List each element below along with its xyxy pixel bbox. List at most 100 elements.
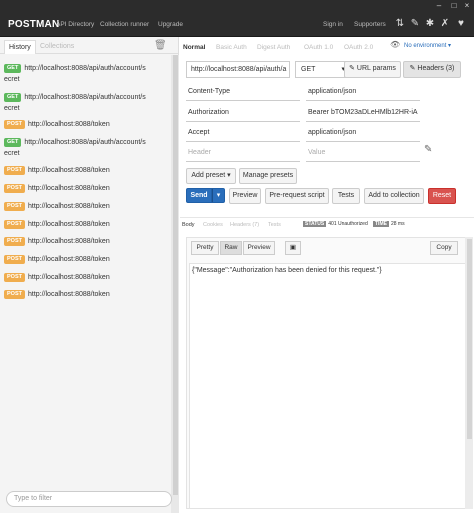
method-badge: POST bbox=[4, 219, 25, 229]
status-badge: STATUS 401 Unauthorized bbox=[303, 219, 368, 229]
method-badge: GET bbox=[4, 137, 22, 147]
header-key-input[interactable]: Content-Type bbox=[186, 84, 300, 101]
tab-oauth1[interactable]: OAuth 1.0 bbox=[301, 41, 336, 54]
history-item[interactable]: GET http://localhost:8088/api/auth/accoun… bbox=[4, 92, 169, 114]
nav-collection-runner[interactable]: Collection runner bbox=[100, 21, 149, 28]
preview-view-button[interactable]: Preview bbox=[243, 241, 275, 255]
header-row: Content-Type application/json bbox=[186, 84, 474, 101]
pre-request-script-button[interactable]: Pre-request script bbox=[265, 188, 329, 204]
method-badge: POST bbox=[4, 254, 25, 264]
bulk-edit-icon[interactable]: ✎ bbox=[424, 144, 432, 155]
method-badge: GET bbox=[4, 63, 22, 73]
magic-icon[interactable]: ✗ bbox=[439, 18, 451, 30]
method-badge: POST bbox=[4, 201, 25, 211]
history-url-cont: ecret bbox=[4, 76, 20, 83]
twitter-icon[interactable]: ✎ bbox=[409, 18, 421, 30]
nav-upgrade[interactable]: Upgrade bbox=[158, 21, 183, 28]
close-icon[interactable]: × bbox=[462, 2, 472, 10]
history-item[interactable]: POST http://localhost:8088/token bbox=[4, 272, 169, 283]
tab-collections[interactable]: Collections bbox=[40, 43, 74, 50]
nav-api-directory[interactable]: API Directory bbox=[56, 21, 94, 28]
preview-button[interactable]: Preview bbox=[229, 188, 261, 204]
header-value-input[interactable]: Bearer bTOM23aDLeHMlb12HR-iA bbox=[306, 105, 420, 122]
send-dropdown-button[interactable]: ▾ bbox=[212, 188, 225, 203]
history-url: http://localhost:8088/token bbox=[27, 185, 110, 192]
header-key-placeholder[interactable]: Header bbox=[186, 145, 300, 162]
settings-icon[interactable]: ✱ bbox=[424, 18, 436, 30]
trash-icon[interactable]: 🗑 bbox=[154, 40, 167, 51]
history-url: http://localhost:8088/api/auth/account/s bbox=[24, 139, 146, 146]
tab-cookies[interactable]: Cookies bbox=[203, 222, 223, 228]
tab-normal[interactable]: Normal bbox=[180, 41, 208, 54]
method-badge: POST bbox=[4, 272, 25, 282]
tab-headers[interactable]: Headers (7) bbox=[230, 222, 259, 228]
chevron-down-icon: ▾ bbox=[216, 192, 221, 199]
header-key-input[interactable]: Accept bbox=[186, 125, 300, 142]
response-panel: Pretty Raw Preview ▣ Copy {"Message":"Au… bbox=[186, 237, 467, 509]
history-item[interactable]: POST http://localhost:8088/token bbox=[4, 254, 169, 265]
reset-button[interactable]: Reset bbox=[428, 188, 456, 204]
sidebar: History Collections 🗑 GET http://localhos… bbox=[0, 37, 179, 513]
time-value: 28 ms bbox=[390, 221, 405, 227]
header-key-input[interactable]: Authorization bbox=[186, 105, 300, 122]
sidebar-scroll-thumb[interactable] bbox=[173, 55, 178, 495]
tab-history[interactable]: History bbox=[4, 40, 36, 54]
time-label: TIME bbox=[373, 221, 389, 227]
history-item[interactable]: POST http://localhost:8088/token bbox=[4, 289, 169, 300]
raw-button[interactable]: Raw bbox=[220, 241, 242, 255]
tab-digest-auth[interactable]: Digest Auth bbox=[254, 41, 293, 54]
edit-icon: ✎ bbox=[349, 65, 355, 72]
environment-select[interactable]: No environment ▾ bbox=[404, 42, 451, 49]
history-url: http://localhost:8088/token bbox=[27, 238, 110, 245]
wrap-toggle[interactable]: ▣ bbox=[285, 241, 301, 255]
heart-icon[interactable]: ♥ bbox=[455, 18, 467, 30]
history-item[interactable]: POST http://localhost:8088/token bbox=[4, 119, 169, 130]
history-item[interactable]: POST http://localhost:8088/token bbox=[4, 219, 169, 230]
method-value: GET bbox=[301, 66, 316, 73]
headers-label: Headers (3) bbox=[417, 65, 455, 72]
manage-presets-button[interactable]: Manage presets bbox=[239, 168, 297, 184]
app-logo: POSTMAN bbox=[8, 19, 60, 30]
top-bar: – □ × POSTMAN API Directory Collection r… bbox=[0, 0, 474, 37]
copy-button[interactable]: Copy bbox=[430, 241, 458, 255]
history-item[interactable]: POST http://localhost:8088/token bbox=[4, 183, 169, 194]
history-url: http://localhost:8088/token bbox=[27, 203, 110, 210]
url-params-button[interactable]: ✎ URL params bbox=[344, 61, 401, 78]
tests-button[interactable]: Tests bbox=[332, 188, 360, 204]
eye-icon[interactable]: 👁 bbox=[390, 40, 400, 49]
response-body[interactable]: {"Message":"Authorization has been denie… bbox=[189, 263, 466, 509]
add-preset-button[interactable]: Add preset ▾ bbox=[186, 168, 236, 184]
header-value-input[interactable]: application/json bbox=[306, 84, 420, 101]
send-button[interactable]: Send bbox=[186, 188, 212, 203]
history-item[interactable]: GET http://localhost:8088/api/auth/accoun… bbox=[4, 137, 169, 159]
tab-tests[interactable]: Tests bbox=[268, 222, 281, 228]
header-value-placeholder[interactable]: Value bbox=[306, 145, 420, 162]
headers-button[interactable]: ✎ Headers (3) bbox=[403, 61, 461, 78]
maximize-icon[interactable]: □ bbox=[449, 2, 459, 10]
supporters-link[interactable]: Supporters bbox=[354, 21, 386, 28]
status-value: 401 Unauthorized bbox=[328, 221, 368, 227]
main-panel: Normal Basic Auth Digest Auth OAuth 1.0 … bbox=[180, 37, 474, 513]
interceptor-icon[interactable]: ⇅ bbox=[394, 18, 406, 30]
add-to-collection-button[interactable]: Add to collection bbox=[364, 188, 424, 204]
method-badge: POST bbox=[4, 236, 25, 246]
history-url: http://localhost:8088/token bbox=[27, 167, 110, 174]
history-item[interactable]: GET http://localhost:8088/api/auth/accoun… bbox=[4, 63, 169, 85]
sign-in-link[interactable]: Sign in bbox=[323, 21, 343, 28]
filter-input[interactable]: Type to filter bbox=[6, 491, 172, 507]
minimize-icon[interactable]: – bbox=[434, 2, 444, 10]
method-select[interactable]: GET ▾ bbox=[295, 61, 350, 78]
method-badge: GET bbox=[4, 92, 22, 102]
main-scroll-thumb[interactable] bbox=[467, 239, 472, 439]
url-input[interactable]: http://localhost:8088/api/auth/a bbox=[186, 61, 290, 78]
header-value-input[interactable]: application/json bbox=[306, 125, 420, 142]
tab-basic-auth[interactable]: Basic Auth bbox=[213, 41, 250, 54]
tab-body[interactable]: Body bbox=[182, 222, 195, 228]
history-item[interactable]: POST http://localhost:8088/token bbox=[4, 165, 169, 176]
history-url-cont: ecret bbox=[4, 150, 20, 157]
pretty-button[interactable]: Pretty bbox=[191, 241, 219, 255]
url-params-label: URL params bbox=[356, 65, 396, 72]
history-item[interactable]: POST http://localhost:8088/token bbox=[4, 201, 169, 212]
history-item[interactable]: POST http://localhost:8088/token bbox=[4, 236, 169, 247]
tab-oauth2[interactable]: OAuth 2.0 bbox=[341, 41, 376, 54]
